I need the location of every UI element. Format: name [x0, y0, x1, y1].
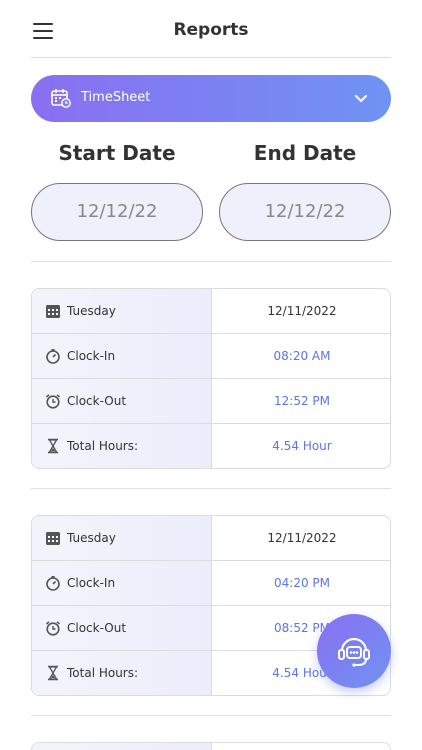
timesheet-entry-card	[31, 742, 391, 750]
clock-in-time: 08:20 AM	[273, 349, 331, 363]
clock-in-row: Clock-In 08:20 AM	[32, 334, 390, 379]
total-hours-value: 4.54 Hour	[272, 439, 332, 453]
start-date-label: Start Date	[58, 141, 176, 165]
clock-in-label: Clock-In	[67, 576, 116, 590]
day-label: Tuesday	[67, 304, 116, 318]
header-divider	[31, 57, 391, 58]
entry-date: 12/11/2022	[267, 304, 337, 318]
alarm-clock-icon	[45, 621, 61, 636]
alarm-clock-icon	[45, 394, 61, 409]
entry-date: 12/11/2022	[267, 531, 337, 545]
start-date-field[interactable]: 12/12/22	[31, 183, 203, 241]
calendar-icon	[46, 532, 60, 545]
calendar-icon	[46, 305, 60, 318]
card-label-column	[32, 743, 212, 750]
day-row: Tuesday 12/11/2022	[32, 516, 390, 561]
clock-in-time: 04:20 PM	[274, 576, 330, 590]
section-divider	[31, 715, 391, 716]
timesheet-entry-card: Tuesday 12/11/2022 Clock-In 08:20 AM Clo…	[31, 288, 391, 469]
day-row: Tuesday 12/11/2022	[32, 289, 390, 334]
clock-out-row: Clock-Out 12:52 PM	[32, 379, 390, 424]
end-date-label: End Date	[253, 141, 357, 165]
total-hours-label: Total Hours:	[67, 439, 139, 453]
section-divider	[31, 261, 391, 262]
headset-support-icon	[338, 637, 370, 667]
chevron-down-icon	[355, 95, 367, 102]
day-label: Tuesday	[67, 531, 116, 545]
total-hours-row: Total Hours: 4.54 Hour	[32, 424, 390, 468]
end-date-field[interactable]: 12/12/22	[219, 183, 391, 241]
app-header: Reports	[0, 0, 422, 58]
clock-out-label: Clock-Out	[67, 394, 127, 408]
total-hours-label: Total Hours:	[67, 666, 139, 680]
clock-in-icon	[46, 576, 60, 591]
page-title: Reports	[173, 20, 249, 40]
report-type-dropdown[interactable]: TimeSheet	[31, 75, 391, 122]
clock-in-icon	[46, 349, 60, 364]
report-type-value: TimeSheet	[81, 90, 151, 105]
clock-in-row: Clock-In 04:20 PM	[32, 561, 390, 606]
support-chat-button[interactable]	[317, 614, 391, 688]
hourglass-icon	[48, 438, 58, 454]
calendar-clock-icon	[51, 89, 71, 108]
hourglass-icon	[48, 665, 58, 681]
clock-in-label: Clock-In	[67, 349, 116, 363]
section-divider	[31, 488, 391, 489]
clock-out-label: Clock-Out	[67, 621, 127, 635]
clock-out-time: 12:52 PM	[274, 394, 330, 408]
